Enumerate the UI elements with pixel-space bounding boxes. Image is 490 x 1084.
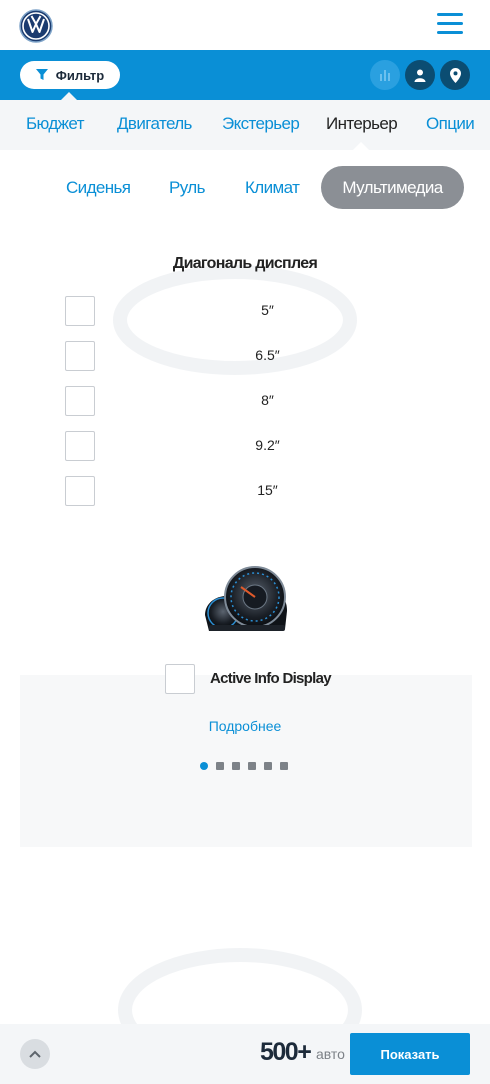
option-checkbox[interactable]: [65, 431, 95, 461]
option-label: 15″: [257, 482, 278, 498]
pagination-dot[interactable]: [232, 762, 240, 770]
compare-button[interactable]: [370, 60, 400, 90]
results-unit: авто: [316, 1046, 345, 1062]
hamburger-menu-icon[interactable]: [437, 13, 463, 35]
carousel-pagination: [200, 762, 288, 772]
tab-budget[interactable]: Бюджет: [26, 114, 85, 134]
option-checkbox[interactable]: [65, 341, 95, 371]
vw-logo-icon[interactable]: [19, 9, 53, 43]
option-row: 9.2″: [0, 431, 490, 461]
option-row: 8″: [0, 386, 490, 416]
profile-button[interactable]: [405, 60, 435, 90]
option-row: 6.5″: [0, 341, 490, 371]
option-label: 8″: [261, 392, 274, 408]
filter-button[interactable]: Фильтр: [20, 61, 120, 89]
pagination-dot[interactable]: [200, 762, 208, 770]
subtab-multimedia[interactable]: Мультимедиа: [321, 166, 464, 209]
instrument-cluster-icon: [205, 566, 287, 631]
filter-pointer: [61, 92, 77, 100]
option-checkbox[interactable]: [65, 296, 95, 326]
feature-label: Active Info Display: [210, 670, 332, 687]
tab-interior[interactable]: Интерьер: [326, 114, 398, 134]
top-header: [0, 0, 490, 50]
tab-exterior[interactable]: Экстерьер: [222, 114, 300, 134]
pagination-dot[interactable]: [264, 762, 272, 770]
tab-engine[interactable]: Двигатель: [117, 114, 192, 134]
filter-button-label: Фильтр: [55, 67, 105, 83]
feature-checkbox[interactable]: [165, 664, 195, 694]
subtab-climate[interactable]: Климат: [245, 178, 300, 198]
location-button[interactable]: [440, 60, 470, 90]
pagination-dot[interactable]: [248, 762, 256, 770]
results-count: 500+: [260, 1038, 312, 1066]
option-checkbox[interactable]: [65, 386, 95, 416]
option-row: 5″: [0, 296, 490, 326]
category-pointer: [353, 142, 369, 150]
subtab-steering[interactable]: Руль: [169, 178, 205, 198]
category-tabs: Бюджет Двигатель Экстерьер Интерьер Опци…: [0, 100, 490, 150]
pagination-dot[interactable]: [280, 762, 288, 770]
bottom-bar: 500+ авто Показать: [0, 1024, 490, 1084]
tab-options[interactable]: Опции: [426, 114, 475, 134]
bar-chart-icon: [380, 70, 390, 81]
more-link[interactable]: Подробнее: [0, 718, 490, 734]
show-results-button[interactable]: Показать: [350, 1033, 470, 1075]
option-checkbox[interactable]: [65, 476, 95, 506]
map-pin-icon: [449, 67, 461, 83]
subtab-seats[interactable]: Сиденья: [66, 178, 131, 198]
background-ghost-image: [20, 265, 472, 1072]
funnel-icon: [35, 69, 48, 80]
chevron-up-icon: [29, 1050, 41, 1058]
user-icon: [414, 69, 426, 82]
option-label: 6.5″: [255, 347, 280, 363]
option-label: 9.2″: [255, 437, 280, 453]
scroll-up-button[interactable]: [20, 1039, 50, 1069]
pagination-dot[interactable]: [216, 762, 224, 770]
feature-row: Active Info Display: [0, 664, 490, 694]
option-label: 5″: [261, 302, 274, 318]
display-diagonal-title: Диагональ дисплея: [172, 255, 318, 272]
option-row: 15″: [0, 476, 490, 506]
